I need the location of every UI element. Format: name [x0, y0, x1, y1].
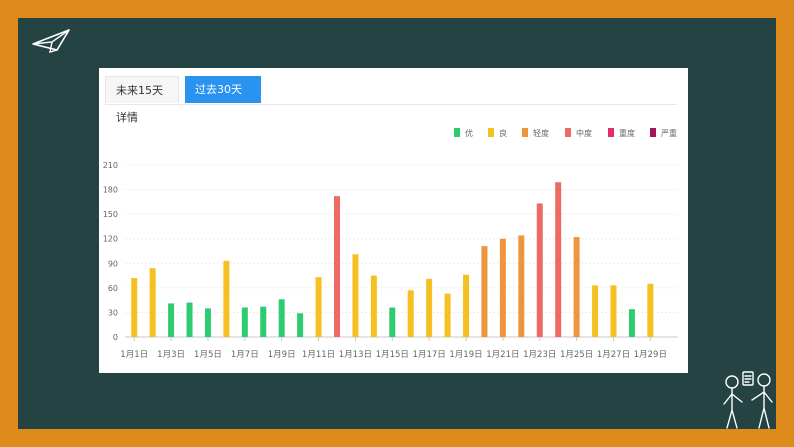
bar-1月19日	[463, 274, 470, 337]
aqi-panel: 未来15天详情 过去30天详情 0 30 60 90 120 150 180 210 1月1日 1…	[99, 68, 688, 373]
legend-swatch-重度	[608, 128, 614, 137]
x-tick-label: 1月29日	[634, 350, 667, 360]
bar-1月2日	[149, 268, 156, 337]
bar-1月24日	[555, 182, 562, 337]
bar-1月17日	[426, 278, 433, 337]
y-tick-label: 180	[103, 186, 118, 195]
bar-1月6日	[223, 260, 230, 337]
x-tick-label: 1月27日	[597, 350, 630, 360]
bar-1月15日	[389, 307, 396, 337]
bar-1月1日	[131, 278, 138, 337]
y-tick-label: 0	[113, 333, 118, 342]
bar-1月4日	[186, 302, 193, 337]
legend-swatch-轻度	[522, 128, 528, 137]
paper-plane-icon	[32, 29, 70, 53]
discussion-figures-icon	[723, 371, 773, 429]
legend-label: 重度	[619, 128, 635, 138]
x-tick-label: 1月19日	[449, 350, 482, 360]
y-tick-label: 150	[103, 210, 118, 219]
aqi-bar-chart: 0 30 60 90 120 150 180 210 1月1日 1月3日 1月5日 1月7日 1月9日 1…	[103, 128, 678, 360]
bar-1月5日	[204, 308, 211, 337]
legend-label: 优	[465, 128, 473, 138]
x-tick-label: 1月15日	[376, 350, 409, 360]
x-tick-label: 1月1日	[120, 350, 148, 360]
x-tick-label: 1月7日	[231, 350, 259, 360]
x-tick-label: 1月23日	[523, 350, 556, 360]
legend-swatch-良	[488, 128, 494, 137]
legend-label: 轻度	[533, 128, 549, 138]
bar-1月14日	[370, 275, 377, 337]
bar-1月9日	[278, 299, 285, 337]
bar-1月23日	[536, 203, 543, 337]
bar-1月3日	[168, 303, 175, 337]
x-tick-label: 1月17日	[413, 350, 446, 360]
bar-1月26日	[592, 285, 599, 337]
legend-label: 良	[499, 128, 507, 138]
legend-label: 严重	[661, 128, 677, 138]
bar-1月20日	[481, 246, 488, 337]
bar-1月8日	[260, 306, 267, 337]
bar-1月16日	[407, 290, 414, 337]
bar-1月29日	[647, 283, 654, 337]
y-tick-label: 210	[103, 161, 118, 170]
bar-1月21日	[499, 238, 506, 337]
bar-1月18日	[444, 293, 451, 337]
x-tick-label: 1月5日	[194, 350, 222, 360]
x-tick-label: 1月13日	[339, 350, 372, 360]
x-tick-label: 1月3日	[157, 350, 185, 360]
bar-1月27日	[610, 285, 617, 337]
x-tick-label: 1月21日	[486, 350, 519, 360]
legend-label: 中度	[576, 128, 592, 138]
legend-swatch-严重	[650, 128, 656, 137]
y-tick-label: 90	[108, 259, 118, 268]
x-tick-label: 1月11日	[302, 350, 335, 360]
y-tick-label: 120	[103, 235, 118, 244]
bar-1月22日	[518, 235, 525, 337]
bar-1月12日	[333, 196, 340, 337]
y-tick-label: 60	[108, 284, 118, 293]
bar-1月13日	[352, 254, 359, 337]
bar-1月11日	[315, 277, 322, 337]
bar-1月25日	[573, 237, 580, 337]
bar-1月10日	[297, 313, 304, 337]
y-tick-label: 30	[108, 308, 118, 317]
bar-1月28日	[628, 309, 635, 337]
x-tick-label: 1月9日	[268, 350, 296, 360]
bar-1月7日	[241, 307, 248, 337]
x-tick-label: 1月25日	[560, 350, 593, 360]
legend-swatch-优	[454, 128, 460, 137]
legend-swatch-中度	[565, 128, 571, 137]
